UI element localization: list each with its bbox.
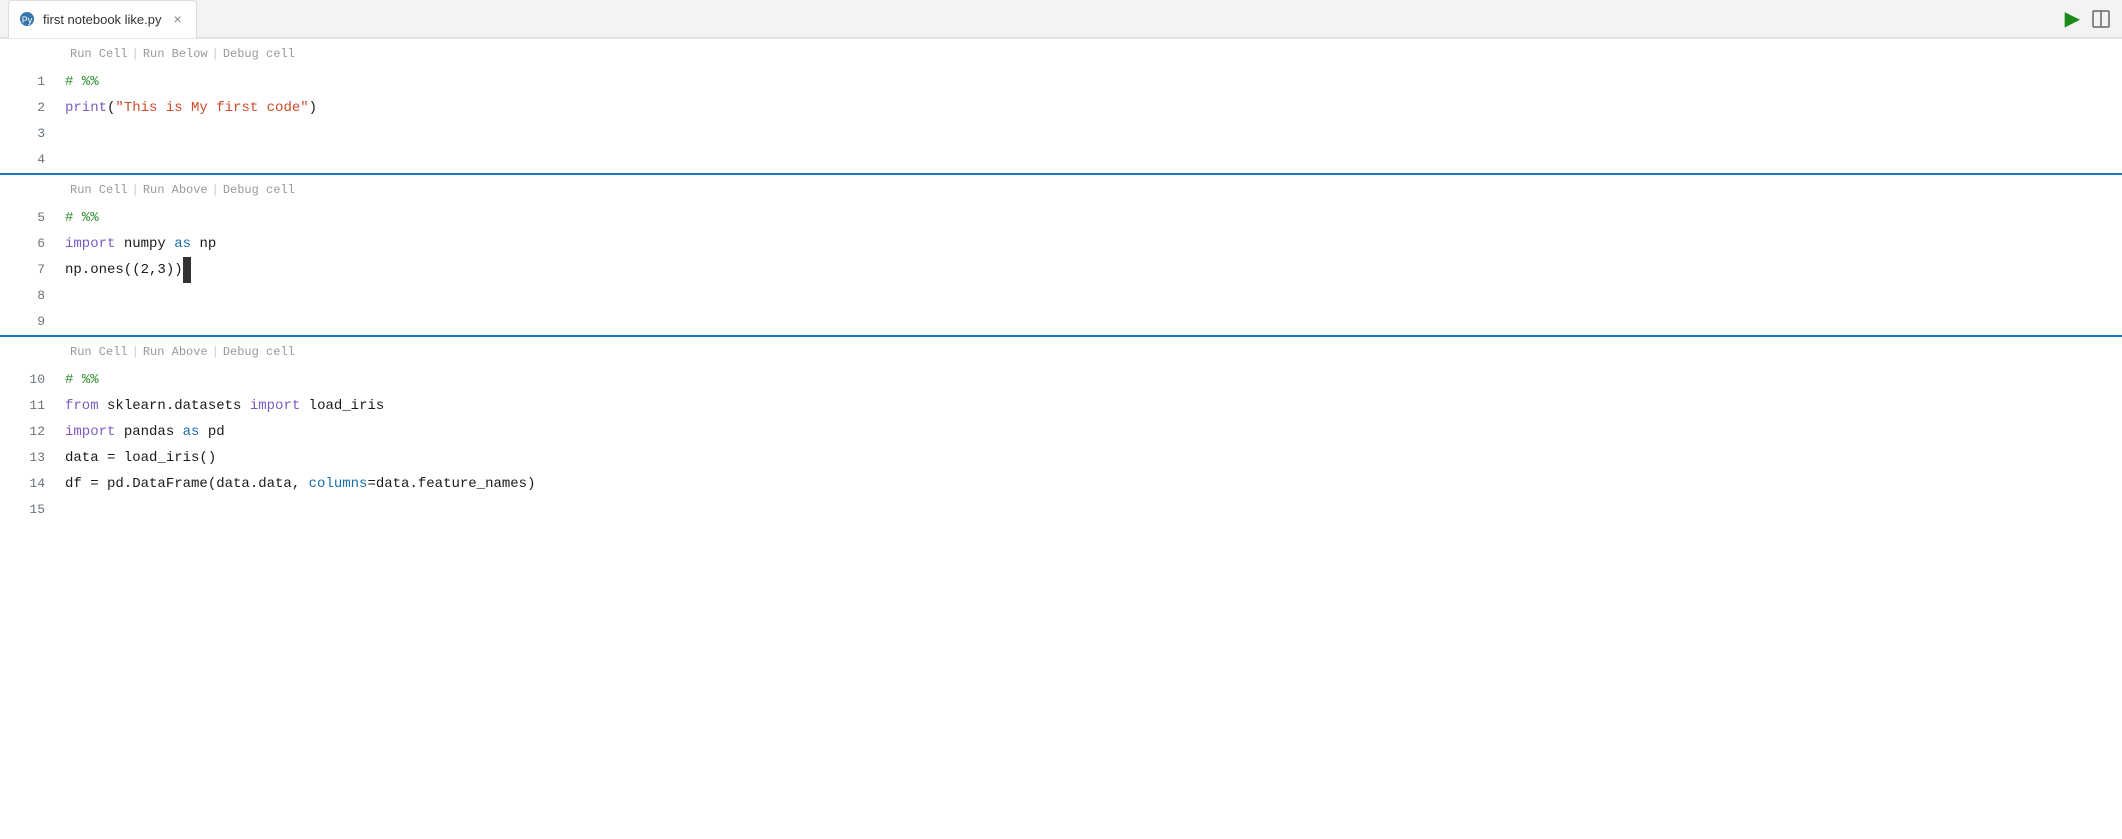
run-button[interactable]: ▶ bbox=[2065, 6, 2080, 31]
code-line-10: 10 # %% bbox=[0, 367, 2122, 393]
sep4: | bbox=[212, 177, 219, 203]
line-num-6: 6 bbox=[0, 231, 65, 257]
code-line-6: 6 import numpy as np bbox=[0, 231, 2122, 257]
line-num-11: 11 bbox=[0, 393, 65, 419]
split-icon bbox=[2092, 10, 2110, 28]
code-line-8: 8 bbox=[0, 283, 2122, 309]
code-line-5: 5 # %% bbox=[0, 205, 2122, 231]
sep6: | bbox=[212, 339, 219, 365]
line-num-14: 14 bbox=[0, 471, 65, 497]
sep1: | bbox=[132, 41, 139, 67]
cell3-actions: Run Cell | Run Above | Debug cell bbox=[0, 335, 2122, 367]
line-content-5[interactable]: # %% bbox=[65, 205, 2122, 231]
line-num-12: 12 bbox=[0, 419, 65, 445]
cell2-actions: Run Cell | Run Above | Debug cell bbox=[0, 173, 2122, 205]
code-line-12: 12 import pandas as pd bbox=[0, 419, 2122, 445]
editor-area[interactable]: Run Cell | Run Below | Debug cell 1 # %%… bbox=[0, 38, 2122, 839]
cell3-debug[interactable]: Debug cell bbox=[223, 339, 295, 365]
line-num-1: 1 bbox=[0, 69, 65, 95]
line-num-10: 10 bbox=[0, 367, 65, 393]
tab-bar: Py first notebook like.py × ▶ bbox=[0, 0, 2122, 38]
code-line-13: 13 data = load_iris() bbox=[0, 445, 2122, 471]
code-line-7: 7 np.ones((2,3)) bbox=[0, 257, 2122, 283]
cell3-run[interactable]: Run Cell bbox=[70, 339, 128, 365]
line-num-3: 3 bbox=[0, 121, 65, 147]
line-content-6[interactable]: import numpy as np bbox=[65, 231, 2122, 257]
line-num-8: 8 bbox=[0, 283, 65, 309]
cell2-above[interactable]: Run Above bbox=[143, 177, 208, 203]
line-content-1[interactable]: # %% bbox=[65, 69, 2122, 95]
cell1-actions: Run Cell | Run Below | Debug cell bbox=[0, 38, 2122, 69]
code-line-14: 14 df = pd.DataFrame(data.data, columns=… bbox=[0, 471, 2122, 497]
line-content-12[interactable]: import pandas as pd bbox=[65, 419, 2122, 445]
tab-notebook[interactable]: Py first notebook like.py × bbox=[8, 0, 197, 38]
line-content-13[interactable]: data = load_iris() bbox=[65, 445, 2122, 471]
code-line-15: 15 bbox=[0, 497, 2122, 523]
toolbar-actions: ▶ bbox=[2065, 6, 2122, 31]
line-num-9: 9 bbox=[0, 309, 65, 335]
cell1-run[interactable]: Run Cell bbox=[70, 41, 128, 67]
cell1-below[interactable]: Run Below bbox=[143, 41, 208, 67]
cell2-run[interactable]: Run Cell bbox=[70, 177, 128, 203]
line-num-15: 15 bbox=[0, 497, 65, 523]
cell1-debug[interactable]: Debug cell bbox=[223, 41, 295, 67]
code-line-2: 2 print("This is My first code") bbox=[0, 95, 2122, 121]
line-num-4: 4 bbox=[0, 147, 65, 173]
code-line-9: 9 bbox=[0, 309, 2122, 335]
sep2: | bbox=[212, 41, 219, 67]
line-num-13: 13 bbox=[0, 445, 65, 471]
line-content-2[interactable]: print("This is My first code") bbox=[65, 95, 2122, 121]
tab-list: Py first notebook like.py × bbox=[8, 0, 197, 38]
line-content-11[interactable]: from sklearn.datasets import load_iris bbox=[65, 393, 2122, 419]
split-editor-button[interactable] bbox=[2092, 10, 2110, 28]
cell2-debug[interactable]: Debug cell bbox=[223, 177, 295, 203]
tab-close-button[interactable]: × bbox=[174, 12, 182, 26]
code-line-1: 1 # %% bbox=[0, 69, 2122, 95]
line-content-14[interactable]: df = pd.DataFrame(data.data, columns=dat… bbox=[65, 471, 2122, 497]
code-line-4: 4 bbox=[0, 147, 2122, 173]
tab-title: first notebook like.py bbox=[43, 12, 162, 27]
sep3: | bbox=[132, 177, 139, 203]
code-line-11: 11 from sklearn.datasets import load_iri… bbox=[0, 393, 2122, 419]
sep5: | bbox=[132, 339, 139, 365]
code-line-3: 3 bbox=[0, 121, 2122, 147]
svg-text:Py: Py bbox=[22, 15, 33, 25]
cell3-above[interactable]: Run Above bbox=[143, 339, 208, 365]
line-content-10[interactable]: # %% bbox=[65, 367, 2122, 393]
line-num-5: 5 bbox=[0, 205, 65, 231]
line-content-7[interactable]: np.ones((2,3)) bbox=[65, 257, 2122, 283]
python-icon: Py bbox=[19, 11, 35, 27]
line-num-7: 7 bbox=[0, 257, 65, 283]
line-num-2: 2 bbox=[0, 95, 65, 121]
